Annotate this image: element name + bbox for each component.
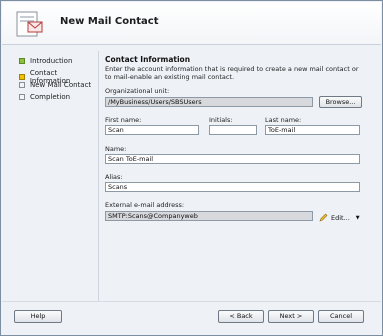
step-introduction: Introduction <box>19 57 72 65</box>
external-email-label: External e-mail address: <box>105 201 185 209</box>
mail-contact-icon <box>16 11 43 37</box>
last-name-field[interactable]: ToE-mail <box>265 125 360 135</box>
alias-label: Alias: <box>105 173 123 181</box>
steps-divider <box>98 51 99 301</box>
step-new-mail-contact: New Mail Contact <box>19 81 91 89</box>
step-label: Introduction <box>30 57 73 65</box>
step-completion: Completion <box>19 93 70 101</box>
name-field[interactable]: Scan ToE-mail <box>105 154 360 164</box>
next-button[interactable]: Next > <box>268 310 314 323</box>
last-name-label: Last name: <box>265 116 302 124</box>
first-name-label: First name: <box>105 116 142 124</box>
pencil-icon <box>319 213 328 222</box>
step-current-icon <box>19 74 25 80</box>
org-unit-label: Organizational unit: <box>105 87 170 95</box>
wizard-title: New Mail Contact <box>60 16 159 27</box>
edit-email-button[interactable]: Edit... ▼ <box>319 213 360 222</box>
edit-label: Edit... <box>331 213 350 222</box>
step-label: Completion <box>30 93 71 101</box>
cancel-button[interactable]: Cancel <box>318 310 364 323</box>
section-title: Contact Information <box>105 55 191 64</box>
help-button[interactable]: Help <box>14 310 62 323</box>
chevron-down-icon[interactable]: ▼ <box>356 215 360 221</box>
back-button[interactable]: < Back <box>218 310 264 323</box>
wizard-window: New Mail Contact Introduction Contact In… <box>0 0 383 336</box>
step-label: New Mail Contact <box>30 81 92 89</box>
wizard-steps: Introduction Contact Information New Mai… <box>1 45 97 305</box>
section-description: Enter the account information that is re… <box>105 65 359 81</box>
wizard-footer: Help < Back Next > Cancel <box>2 301 381 335</box>
first-name-field[interactable]: Scan <box>105 125 199 135</box>
alias-field[interactable]: Scans <box>105 182 360 192</box>
step-done-icon <box>19 58 25 64</box>
external-email-field: SMTP:Scans@Companyweb <box>105 211 313 221</box>
step-pending-icon <box>19 94 25 100</box>
wizard-header: New Mail Contact <box>2 2 381 45</box>
org-unit-field: /MyBusiness/Users/SBSUsers <box>105 97 313 107</box>
name-label: Name: <box>105 145 127 153</box>
step-pending-icon <box>19 82 25 88</box>
initials-label: Initials: <box>209 116 233 124</box>
initials-field[interactable] <box>209 125 257 135</box>
browse-button[interactable]: Browse... <box>319 96 362 108</box>
